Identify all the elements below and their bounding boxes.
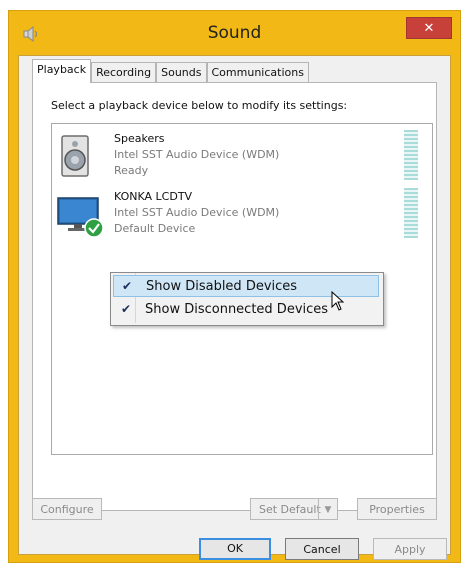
device-description: Intel SST Audio Device (WDM) (114, 148, 280, 161)
configure-button[interactable]: Configure (32, 498, 102, 520)
device-name: KONKA LCDTV (114, 190, 193, 203)
checkmark-icon: ✔ (122, 279, 133, 293)
close-button[interactable]: ✕ (406, 17, 452, 39)
device-item-speakers[interactable]: Speakers Intel SST Audio Device (WDM) Re… (52, 128, 430, 186)
volume-meter (404, 188, 418, 238)
tab-playback[interactable]: Playback (32, 59, 92, 83)
tab-strip: Playback Recording Sounds Communications (32, 59, 309, 84)
device-description: Intel SST Audio Device (WDM) (114, 206, 280, 219)
default-check-icon (84, 218, 104, 238)
tab-sounds[interactable]: Sounds (156, 62, 207, 83)
close-icon: ✕ (423, 21, 435, 36)
cancel-button[interactable]: Cancel (285, 538, 359, 560)
apply-button[interactable]: Apply (373, 538, 447, 560)
speaker-icon (61, 135, 89, 177)
volume-meter (404, 130, 418, 180)
checkmark-icon: ✔ (121, 302, 132, 316)
mouse-cursor-icon (331, 291, 345, 311)
device-item-konka[interactable]: KONKA LCDTV Intel SST Audio Device (WDM)… (52, 186, 430, 244)
menu-item-label: Show Disabled Devices (146, 279, 298, 294)
set-default-button[interactable]: Set Default ▼ (250, 498, 338, 520)
chevron-down-icon[interactable]: ▼ (318, 499, 337, 519)
menu-item-label: Show Disconnected Devices (145, 302, 329, 317)
device-status: Ready (114, 164, 149, 177)
device-name: Speakers (114, 132, 165, 145)
ok-button[interactable]: OK (199, 538, 271, 560)
instruction-text: Select a playback device below to modify… (51, 99, 348, 112)
tab-communications[interactable]: Communications (206, 62, 309, 83)
title-bar[interactable]: Sound ✕ (9, 11, 460, 55)
panel-button-row: Configure Set Default ▼ Properties (32, 498, 437, 526)
tab-recording[interactable]: Recording (91, 62, 157, 83)
set-default-label: Set Default (259, 503, 321, 516)
window-title: Sound (207, 23, 262, 43)
device-status: Default Device (114, 222, 196, 235)
properties-button[interactable]: Properties (357, 498, 437, 520)
